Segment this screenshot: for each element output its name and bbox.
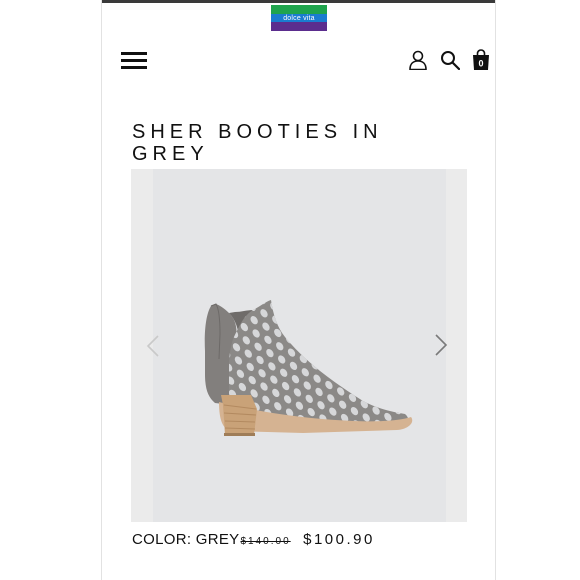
cart-count: 0	[478, 59, 483, 69]
account-icon[interactable]	[409, 50, 427, 71]
product-image	[153, 169, 446, 522]
menu-icon[interactable]	[121, 52, 147, 69]
search-icon[interactable]	[440, 50, 461, 71]
page-border-right	[495, 0, 496, 580]
brand-logo-text: dolce vita	[283, 14, 315, 22]
top-bar	[102, 0, 495, 3]
original-price: $140.00	[240, 536, 291, 547]
cart-icon[interactable]: 0	[472, 49, 490, 71]
color-label: COLOR:	[132, 531, 192, 548]
chevron-left-icon[interactable]	[146, 334, 160, 363]
product-title: SHER BOOTIES IN GREY	[132, 121, 383, 166]
sale-price: $100.90	[303, 531, 375, 548]
gallery-next-slide	[446, 169, 467, 522]
product-image-gallery[interactable]	[131, 169, 467, 522]
page-border-left	[101, 0, 102, 580]
chevron-right-icon[interactable]	[434, 333, 448, 362]
color-value: GREY	[195, 531, 240, 548]
brand-logo[interactable]: dolce vita	[271, 5, 327, 31]
product-info-line: COLOR: GREY$140.00 $100.90	[132, 531, 375, 548]
